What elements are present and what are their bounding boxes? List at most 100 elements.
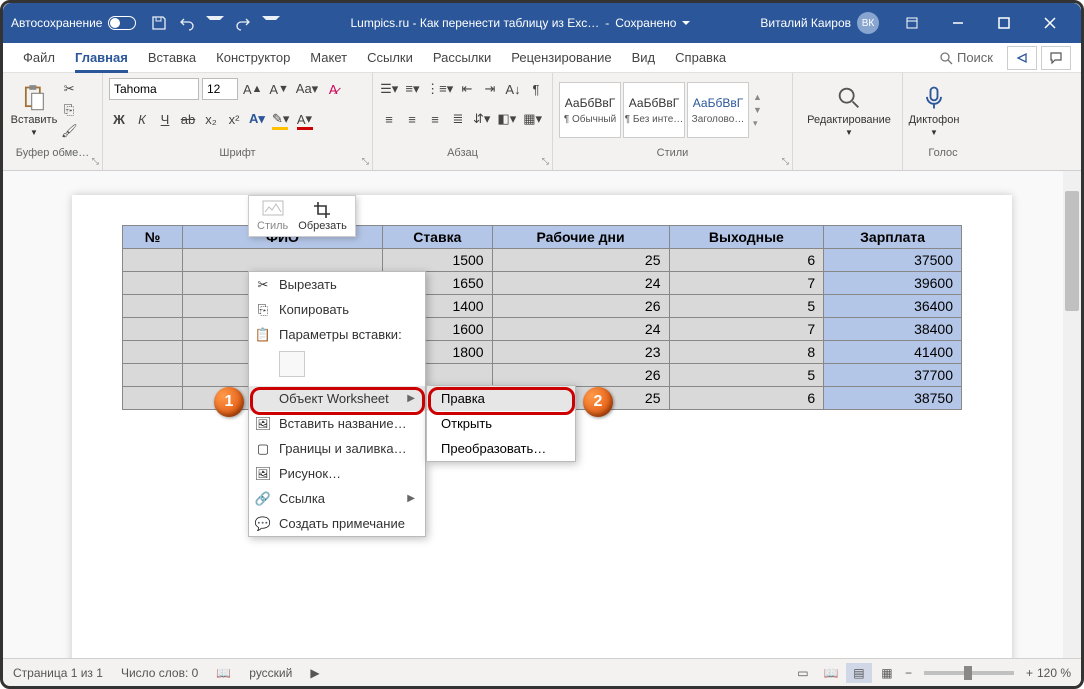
ctx-copy[interactable]: ⎘Копировать	[249, 297, 425, 322]
zoom-out-button[interactable]: −	[905, 666, 912, 680]
clipboard-launcher[interactable]: ⤡	[92, 156, 99, 167]
styles-up-button[interactable]: ▲	[753, 92, 762, 102]
paste-button[interactable]: Вставить ▼	[9, 75, 59, 145]
shading-button[interactable]: ◧▾	[495, 108, 518, 130]
increase-indent-button[interactable]: ⇥	[480, 78, 500, 100]
paste-option-1[interactable]	[279, 351, 305, 377]
zoom-slider[interactable]	[924, 671, 1014, 675]
style-no-spacing[interactable]: АаБбВвГ¶ Без инте…	[623, 82, 685, 138]
redo-icon[interactable]	[234, 14, 252, 32]
ctx-cut[interactable]: ✂Вырезать	[249, 272, 425, 297]
tab-file[interactable]: Файл	[13, 43, 65, 73]
underline-button[interactable]: Ч	[155, 108, 175, 130]
decrease-indent-button[interactable]: ⇤	[457, 78, 477, 100]
numbering-button[interactable]: ≡▾	[402, 78, 422, 100]
ctx-insert-caption[interactable]: 🖼Вставить название…	[249, 411, 425, 436]
dictate-button[interactable]: Диктофон ▼	[909, 75, 959, 145]
bold-button[interactable]: Ж	[109, 108, 129, 130]
save-icon[interactable]	[150, 14, 168, 32]
view-web-button[interactable]: ▦	[874, 663, 900, 683]
view-read-button[interactable]: 📖	[818, 663, 844, 683]
comments-button[interactable]	[1041, 46, 1071, 70]
tab-review[interactable]: Рецензирование	[501, 43, 621, 73]
copy-button[interactable]: ⎘	[59, 100, 80, 121]
cut-button[interactable]: ✂	[59, 79, 80, 100]
ctx-borders-shading[interactable]: ▢Границы и заливка…	[249, 436, 425, 461]
submenu-open[interactable]: Открыть	[427, 411, 575, 436]
zoom-level[interactable]: 120 %	[1037, 666, 1071, 680]
format-painter-button[interactable]: 🖌	[59, 120, 80, 141]
justify-button[interactable]: ≣	[448, 108, 468, 130]
tab-design[interactable]: Конструктор	[206, 43, 300, 73]
editing-dropdown[interactable]: Редактирование ▼	[799, 75, 899, 145]
italic-button[interactable]: К	[132, 108, 152, 130]
font-size-input[interactable]: 12	[202, 78, 238, 100]
status-page[interactable]: Страница 1 из 1	[13, 666, 103, 680]
mini-style-button[interactable]: Стиль	[257, 200, 288, 232]
tab-layout[interactable]: Макет	[300, 43, 357, 73]
title-dropdown-icon[interactable]	[682, 21, 690, 29]
change-case-button[interactable]: Aa▾	[294, 78, 320, 100]
font-name-input[interactable]: Tahoma	[109, 78, 199, 100]
clear-format-button[interactable]: A̷	[323, 78, 343, 100]
borders-button[interactable]: ▦▾	[521, 108, 544, 130]
view-focus-button[interactable]: ▭	[790, 663, 816, 683]
close-button[interactable]	[1027, 3, 1073, 43]
styles-more-button[interactable]: ▾	[753, 118, 762, 129]
show-marks-button[interactable]: ¶	[526, 78, 546, 100]
tab-home[interactable]: Главная	[65, 43, 138, 73]
mini-toolbar: Стиль Обрезать	[248, 195, 356, 237]
status-macro[interactable]: ▶	[310, 666, 319, 680]
ctx-picture[interactable]: 🖼Рисунок…	[249, 461, 425, 486]
align-left-button[interactable]: ≡	[379, 108, 399, 130]
highlight-button[interactable]: ✎▾	[270, 108, 291, 130]
grow-font-button[interactable]: A▲	[241, 78, 264, 100]
status-spellcheck[interactable]: 📖	[216, 666, 231, 680]
search-box[interactable]: Поиск	[939, 50, 993, 65]
style-heading[interactable]: АаБбВвГЗаголово…	[687, 82, 749, 138]
align-center-button[interactable]: ≡	[402, 108, 422, 130]
submenu-edit[interactable]: Правка	[427, 386, 575, 411]
strike-button[interactable]: ab	[178, 108, 198, 130]
paragraph-launcher[interactable]: ⤡	[542, 156, 549, 167]
tab-insert[interactable]: Вставка	[138, 43, 206, 73]
mini-crop-button[interactable]: Обрезать	[298, 200, 347, 232]
styles-down-button[interactable]: ▼	[753, 105, 762, 115]
shrink-font-button[interactable]: A▼	[267, 78, 290, 100]
tab-help[interactable]: Справка	[665, 43, 736, 73]
sort-button[interactable]: A↓	[503, 78, 523, 100]
multilevel-button[interactable]: ⋮≡▾	[425, 78, 454, 100]
user-account[interactable]: Виталий Каиров ВК	[760, 12, 879, 34]
status-words[interactable]: Число слов: 0	[121, 666, 198, 680]
autosave-toggle[interactable]: Автосохранение	[11, 16, 136, 30]
font-launcher[interactable]: ⤡	[362, 156, 369, 167]
vertical-scrollbar[interactable]	[1063, 171, 1081, 661]
superscript-button[interactable]: x²	[224, 108, 244, 130]
status-language[interactable]: русский	[249, 666, 292, 680]
ctx-link[interactable]: 🔗Ссылка▶	[249, 486, 425, 511]
tab-mailings[interactable]: Рассылки	[423, 43, 501, 73]
ctx-object-worksheet[interactable]: Объект Worksheet▶	[249, 386, 425, 411]
tab-view[interactable]: Вид	[622, 43, 666, 73]
share-button[interactable]	[1007, 46, 1037, 70]
undo-dropdown-icon[interactable]	[206, 16, 224, 34]
view-print-button[interactable]: ▤	[846, 663, 872, 683]
ctx-new-comment[interactable]: 💬Создать примечание	[249, 511, 425, 536]
qat-dropdown-icon[interactable]	[262, 16, 280, 34]
bullets-button[interactable]: ☰▾	[379, 78, 399, 100]
styles-launcher[interactable]: ⤡	[782, 156, 789, 167]
text-effects-button[interactable]: A▾	[247, 108, 267, 130]
ribbon-options-button[interactable]	[889, 3, 935, 43]
maximize-button[interactable]	[981, 3, 1027, 43]
align-right-button[interactable]: ≡	[425, 108, 445, 130]
submenu-convert[interactable]: Преобразовать…	[427, 436, 575, 461]
ribbon: Вставить ▼ ✂ ⎘ 🖌 Буфер обме… ⤡ Tahoma 12…	[3, 73, 1081, 171]
tab-references[interactable]: Ссылки	[357, 43, 423, 73]
style-normal[interactable]: АаБбВвГ¶ Обычный	[559, 82, 621, 138]
font-color-button[interactable]: A▾	[294, 108, 314, 130]
undo-icon[interactable]	[178, 14, 196, 32]
subscript-button[interactable]: x₂	[201, 108, 221, 130]
minimize-button[interactable]	[935, 3, 981, 43]
line-spacing-button[interactable]: ⇵▾	[471, 108, 492, 130]
zoom-in-button[interactable]: +	[1026, 666, 1033, 680]
